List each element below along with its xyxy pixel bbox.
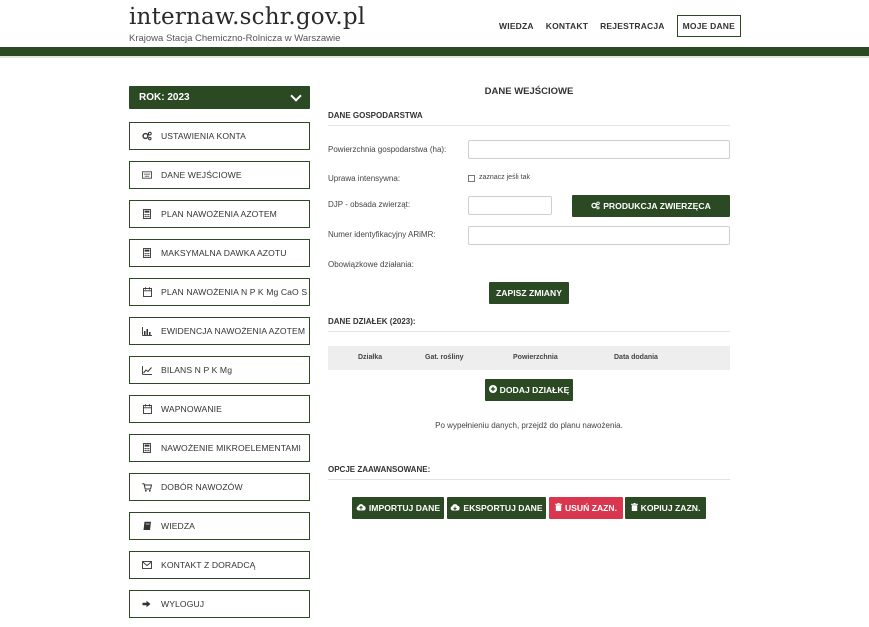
calculator-icon [142,248,152,258]
sidebar: ROK: 2023 USTAWIENIA KONTA DANE WEJŚCIOW… [129,86,310,618]
sidebar-item-bilans-npk[interactable]: BILANS N P K Mg [129,356,310,384]
header-green-bar [0,47,869,56]
animal-production-label: PRODUKCJA ZWIERZĘCA [603,201,711,211]
sidebar-item-label: WIEDZA [161,521,196,531]
sidebar-item-label: WAPNOWANIE [161,404,222,414]
sidebar-item-label: DOBÓR NAWOZÓW [161,482,243,492]
copy-selected-button[interactable]: KOPIUJ ZAZN. [625,497,706,519]
sidebar-item-ewidencja-nawozenia[interactable]: EWIDENCJA NAWOŻENIA AZOTEM [129,317,310,345]
sidebar-item-label: EWIDENCJA NAWOŻENIA AZOTEM [161,326,306,336]
delete-selected-label: USUŃ ZAZN. [564,503,618,513]
calculator-icon [142,443,152,453]
intensive-checkbox[interactable] [468,175,475,182]
header-divider [0,56,869,58]
copy-selected-label: KOPIUJ ZAZN. [640,503,701,513]
sidebar-item-label: KONTAKT Z DORADCĄ [161,560,256,570]
calculator-icon [142,209,152,219]
sidebar-item-label: WYLOGUJ [161,599,205,609]
sidebar-item-wyloguj[interactable]: WYLOGUJ [129,590,310,618]
area-input[interactable] [468,140,730,159]
book-icon [142,521,152,531]
col-dzialka: Działka [358,354,383,361]
import-data-label: IMPORTUJ DANE [368,503,441,513]
sidebar-item-wiedza[interactable]: WIEDZA [129,512,310,540]
keyboard-icon [142,170,152,180]
intensive-label: Uprawa intensywna: [328,174,401,183]
calendar-icon [142,287,152,297]
year-select[interactable]: ROK: 2023 [129,86,310,109]
calendar-icon [142,404,152,414]
chevron-down-icon [290,89,302,102]
site-title[interactable]: internaw.schr.gov.pl [129,4,365,30]
line-chart-icon [142,365,152,375]
sidebar-item-label: PLAN NAWOŻENIA AZOTEM [161,209,277,219]
sidebar-item-label: NAWOŻENIE MIKROELEMENTAMI [161,443,302,453]
cart-icon [142,482,152,492]
sidebar-item-label: PLAN NAWOŻENIA N P K Mg CaO S [161,287,308,297]
export-data-button[interactable]: EKSPORTUJ DANE [447,497,546,519]
sidebar-item-ustawienia-konta[interactable]: USTAWIENIA KONTA [129,122,310,150]
sidebar-item-maksymalna-dawka-azotu[interactable]: MAKSYMALNA DAWKA AZOTU [129,239,310,267]
cloud-download-icon [450,503,460,513]
trash-icon [554,503,562,513]
sidebar-item-kontakt-z-doradca[interactable]: KONTAKT Z DORADCĄ [129,551,310,579]
col-powierzchnia: Powierzchnia [513,354,558,361]
nav-rejestracja[interactable]: REJESTRACJA [594,15,671,37]
farm-section-title: DANE GOSPODARSTWA [328,111,730,126]
sidebar-item-nawozenie-mikroelementami[interactable]: NAWOŻENIE MIKROELEMENTAMI [129,434,310,462]
cloud-upload-icon [356,503,366,513]
top-nav: WIEDZA KONTAKT REJESTRACJA MOJE DANE [493,15,741,37]
sidebar-item-label: MAKSYMALNA DAWKA AZOTU [161,248,287,258]
sidebar-item-dobor-nawozow[interactable]: DOBÓR NAWOZÓW [129,473,310,501]
delete-selected-button[interactable]: USUŃ ZAZN. [549,497,623,519]
plots-section-title: DANE DZIAŁEK (2023): [328,317,730,332]
save-changes-label: ZAPISZ ZMIANY [496,288,562,298]
plus-circle-icon [488,385,497,395]
sidebar-item-dane-wejsciowe[interactable]: DANE WEJŚCIOWE [129,161,310,189]
envelope-icon [142,560,152,570]
trash-icon [630,503,638,513]
sidebar-item-label: BILANS N P K Mg [161,365,233,375]
sidebar-item-plan-nawozenia-npk[interactable]: PLAN NAWOŻENIA N P K Mg CaO S [129,278,310,306]
plots-table-header: Działka Gat. rośliny Powierzchnia Data d… [328,346,730,370]
export-data-label: EKSPORTUJ DANE [463,503,543,513]
intensive-checkbox-label: zaznacz jeśli tak [479,174,530,181]
sidebar-item-plan-nawozenia-azotem[interactable]: PLAN NAWOŻENIA AZOTEM [129,200,310,228]
nav-moje-dane[interactable]: MOJE DANE [676,15,741,37]
page-title: DANE WEJŚCIOWE [484,86,574,97]
import-data-button[interactable]: IMPORTUJ DANE [352,497,444,519]
col-gat-rosliny: Gat. rośliny [425,354,464,361]
djp-label: DJP - obsada zwierząt: [328,200,411,209]
year-label: ROK: 2023 [139,92,190,103]
col-data-dodania: Data dodania [614,354,658,361]
sidebar-item-wapnowanie[interactable]: WAPNOWANIE [129,395,310,423]
advanced-section-title: OPCJE ZAAWANSOWANE: [328,465,730,480]
sign-out-icon [142,599,152,609]
cogs-icon [591,201,600,212]
add-plot-label: DODAJ DZIAŁKĘ [499,385,570,395]
sidebar-item-label: USTAWIENIA KONTA [161,131,246,141]
animal-production-button[interactable]: PRODUKCJA ZWIERZĘCA [572,195,730,217]
obligations-label: Obowiązkowe działania: [328,260,414,269]
nav-kontakt[interactable]: KONTAKT [540,15,594,37]
arimr-label: Numer identyfikacyjny ARiMR: [328,230,436,239]
djp-input[interactable] [468,196,552,215]
nav-wiedza[interactable]: WIEDZA [493,15,540,37]
sidebar-item-label: DANE WEJŚCIOWE [161,170,242,180]
bar-chart-icon [142,326,152,336]
arimr-input[interactable] [468,226,730,245]
site-subtitle: Krajowa Stacja Chemiczno-Rolnicza w Wars… [129,33,341,44]
cogs-icon [142,131,152,141]
add-plot-button[interactable]: DODAJ DZIAŁKĘ [485,379,573,401]
area-label: Powierzchnia gospodarstwa (ha): [328,145,447,154]
save-changes-button[interactable]: ZAPISZ ZMIANY [489,282,569,304]
plots-note: Po wypełnieniu danych, przejdź do planu … [435,421,623,430]
